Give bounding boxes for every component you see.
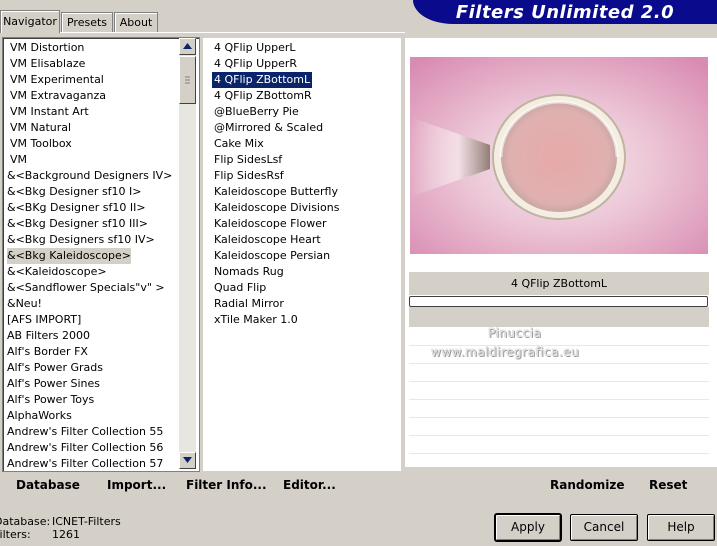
category-item[interactable]: &<Bkg Kaleidoscope>: [7, 248, 132, 264]
tab-about[interactable]: About: [114, 12, 158, 32]
filter-item[interactable]: @Mirrored & Scaled: [214, 120, 323, 136]
category-item[interactable]: VM Instant Art: [10, 104, 89, 120]
category-item[interactable]: &<Sandflower Specials"v" >: [7, 280, 165, 296]
category-item[interactable]: VM Elisablaze: [10, 56, 85, 72]
filter-item[interactable]: Nomads Rug: [214, 264, 284, 280]
param-row: [409, 436, 709, 454]
category-item[interactable]: &<Kaleidoscope>: [7, 264, 107, 280]
import-button[interactable]: Import...: [107, 477, 166, 493]
category-item[interactable]: Andrew's Filter Collection 57: [7, 456, 163, 472]
filter-info-button[interactable]: Filter Info...: [186, 477, 267, 493]
status-database-value: ICNET-Filters: [52, 515, 121, 528]
filter-item[interactable]: xTile Maker 1.0: [214, 312, 298, 328]
status-filters-label: Filters:: [0, 528, 31, 541]
param-row: [409, 382, 709, 400]
randomize-button[interactable]: Randomize: [550, 477, 624, 493]
category-item[interactable]: AlphaWorks: [7, 408, 72, 424]
category-item[interactable]: Andrew's Filter Collection 55: [7, 424, 163, 440]
category-list[interactable]: VM Distortion VM Elisablaze VM Experimenta…: [2, 37, 200, 472]
filter-item[interactable]: Kaleidoscope Heart: [214, 232, 321, 248]
editor-button[interactable]: Editor...: [283, 477, 336, 493]
category-item[interactable]: &<Bkg Designers sf10 IV>: [7, 232, 155, 248]
filter-item[interactable]: Flip SidesRsf: [214, 168, 284, 184]
param-row: [409, 400, 709, 418]
parameter-slots: [409, 308, 709, 468]
category-item[interactable]: VM Extravaganza: [10, 88, 106, 104]
category-item[interactable]: Andrew's Filter Collection 56: [7, 440, 163, 456]
category-item[interactable]: &<BKg Designer sf10 II>: [7, 200, 146, 216]
category-item[interactable]: Alf's Power Sines: [7, 376, 100, 392]
filter-list[interactable]: 4 QFlip UpperL 4 QFlip UpperR 4 QFlip ZBot…: [202, 37, 402, 472]
param-row: [409, 328, 709, 346]
scroll-up-button[interactable]: [179, 38, 196, 55]
category-item[interactable]: Alf's Border FX: [7, 344, 88, 360]
category-item[interactable]: &<Background Designers IV>: [7, 168, 172, 184]
app-title-banner: Filters Unlimited 2.0: [413, 0, 717, 24]
category-item[interactable]: Alf's Power Toys: [7, 392, 94, 408]
triangle-down-icon: [183, 457, 192, 463]
category-item[interactable]: VM Natural: [10, 120, 71, 136]
tab-navigator[interactable]: Navigator: [0, 10, 60, 33]
triangle-up-icon: [183, 43, 192, 49]
watermark-name: Pinuccia: [488, 326, 542, 340]
scroll-down-button[interactable]: [179, 452, 196, 469]
filter-item[interactable]: 4 QFlip UpperL: [214, 40, 296, 56]
help-button[interactable]: Help: [647, 514, 715, 541]
watermark-url: www.maldiregrafica.eu: [431, 345, 580, 359]
filter-item[interactable]: Flip SidesLsf: [214, 152, 282, 168]
apply-button[interactable]: Apply: [495, 514, 561, 541]
cancel-button[interactable]: Cancel: [570, 514, 638, 541]
preview-image: [410, 57, 708, 254]
param-row: [409, 364, 709, 382]
reset-button[interactable]: Reset: [649, 477, 687, 493]
filter-item[interactable]: 4 QFlip UpperR: [214, 56, 297, 72]
status-filters-count: 1261: [52, 528, 80, 541]
category-item[interactable]: &Neu!: [7, 296, 42, 312]
category-item[interactable]: VM Distortion: [10, 40, 84, 56]
preview-filter-name: 4 QFlip ZBottomL: [409, 272, 709, 295]
category-item[interactable]: VM Toolbox: [10, 136, 72, 152]
filter-item[interactable]: Kaleidoscope Butterfly: [214, 184, 338, 200]
category-item[interactable]: Alf's Power Grads: [7, 360, 103, 376]
category-item[interactable]: &<Bkg Designer sf10 I>: [7, 184, 142, 200]
status-database-label: Database:: [0, 515, 51, 528]
filter-item[interactable]: Kaleidoscope Persian: [214, 248, 330, 264]
grip-icon: [185, 76, 190, 84]
filter-item[interactable]: Quad Flip: [214, 280, 266, 296]
progress-bar: [409, 296, 708, 307]
scroll-thumb[interactable]: [179, 56, 196, 104]
tab-presets[interactable]: Presets: [61, 12, 113, 32]
category-item[interactable]: AB Filters 2000: [7, 328, 90, 344]
tab-divider: [0, 32, 405, 33]
filter-item[interactable]: 4 QFlip ZBottomL: [212, 72, 313, 88]
category-item[interactable]: [AFS IMPORT]: [7, 312, 81, 328]
category-scrollbar[interactable]: [179, 38, 196, 469]
category-item[interactable]: VM: [10, 152, 27, 168]
category-item[interactable]: &<Bkg Designer sf10 III>: [7, 216, 148, 232]
filter-item[interactable]: @BlueBerry Pie: [214, 104, 299, 120]
filter-item[interactable]: Radial Mirror: [214, 296, 284, 312]
database-button[interactable]: Database: [16, 477, 80, 493]
category-item[interactable]: VM Experimental: [10, 72, 104, 88]
filter-item[interactable]: Cake Mix: [214, 136, 264, 152]
filter-item[interactable]: Kaleidoscope Flower: [214, 216, 327, 232]
filter-item[interactable]: 4 QFlip ZBottomR: [214, 88, 312, 104]
param-row: [409, 418, 709, 436]
filter-item[interactable]: Kaleidoscope Divisions: [214, 200, 339, 216]
